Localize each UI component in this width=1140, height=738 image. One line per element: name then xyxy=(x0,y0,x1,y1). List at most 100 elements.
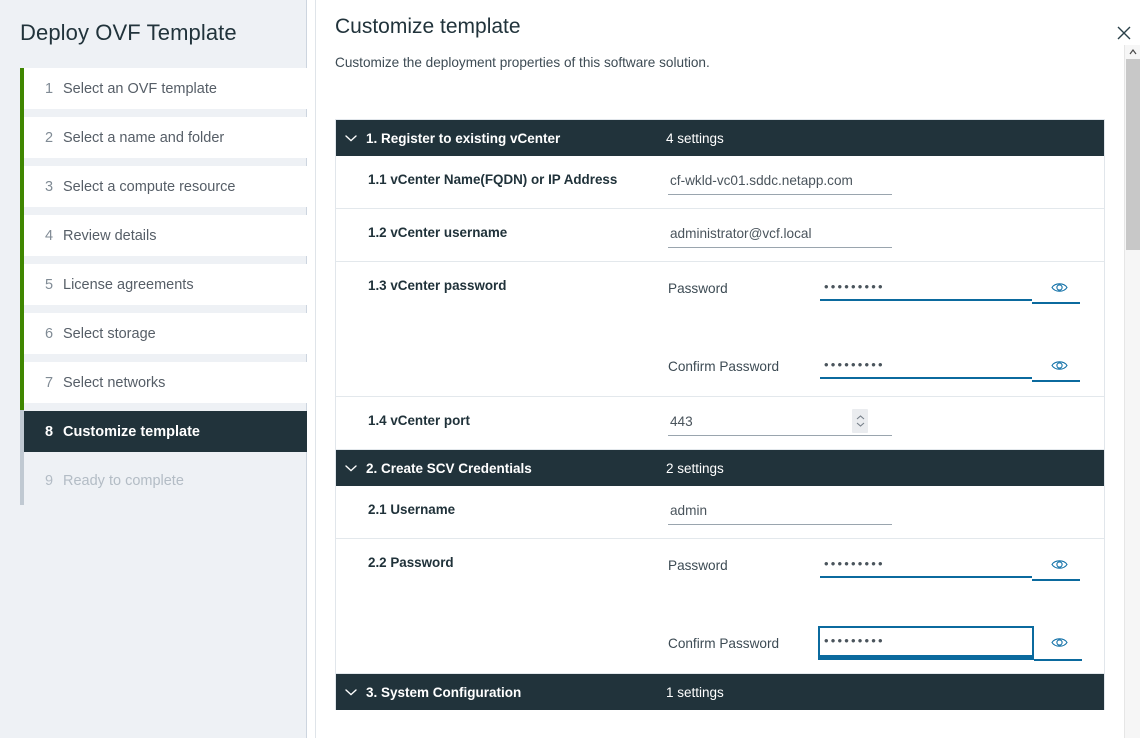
password-field-wrapper xyxy=(820,353,1032,379)
sidebar-step-6[interactable]: 6Select storage xyxy=(24,313,307,354)
field-underline xyxy=(1032,380,1080,382)
chevron-down-icon[interactable] xyxy=(336,688,366,696)
sidebar-step-label: Select an OVF template xyxy=(63,81,217,97)
sidebar-step-label: Review details xyxy=(63,228,157,244)
form-row-field xyxy=(668,156,1104,208)
password-sub-row: Confirm Password xyxy=(668,623,1104,663)
sidebar-step-label: Select a name and folder xyxy=(63,130,224,146)
password-label: Password xyxy=(668,281,820,296)
chevron-down-icon[interactable] xyxy=(336,134,366,142)
section-header[interactable]: 1. Register to existing vCenter4 setting… xyxy=(336,120,1104,156)
password-sub-row: Confirm Password xyxy=(668,346,1104,386)
eye-icon[interactable] xyxy=(1048,553,1070,575)
password-sub-row: Password xyxy=(668,545,1104,585)
sidebar-step-number: 6 xyxy=(45,326,63,342)
form-row-label: 1.4 vCenter port xyxy=(336,397,668,449)
form-row-label: 1.1 vCenter Name(FQDN) or IP Address xyxy=(336,156,668,208)
form-row-label: 2.2 Password xyxy=(336,539,668,673)
form-row-field xyxy=(668,209,1104,261)
sidebar-step-number: 2 xyxy=(45,130,63,146)
form-row-label: 2.1 Username xyxy=(336,486,668,538)
section-header[interactable]: 2. Create SCV Credentials2 settings xyxy=(336,450,1104,486)
section-title: 2. Create SCV Credentials xyxy=(366,461,666,476)
sidebar-step-1[interactable]: 1Select an OVF template xyxy=(24,68,307,109)
form-row: 1.4 vCenter port xyxy=(336,397,1104,450)
form-row-field: Password Confirm Password xyxy=(668,262,1104,396)
number-field-wrapper xyxy=(668,410,892,436)
section-header[interactable]: 3. System Configuration1 settings xyxy=(336,674,1104,710)
sidebar-step-label: Select storage xyxy=(63,326,156,342)
sidebar-step-4[interactable]: 4Review details xyxy=(24,215,307,256)
sidebar-step-number: 5 xyxy=(45,277,63,293)
password-row-spacer xyxy=(668,308,1104,346)
sidebar-step-number: 8 xyxy=(45,424,63,440)
confirm-password-label: Confirm Password xyxy=(668,359,820,374)
sidebar-step-number: 3 xyxy=(45,179,63,195)
section-settings-count: 1 settings xyxy=(666,685,724,700)
form-row-field xyxy=(668,397,1104,449)
password-sub-row: Password xyxy=(668,268,1104,308)
password-field-wrapper xyxy=(820,552,1032,578)
section-settings-count: 4 settings xyxy=(666,131,724,146)
sidebar-step-number: 4 xyxy=(45,228,63,244)
page-scrollbar[interactable] xyxy=(1124,45,1140,738)
form-row-label: 1.2 vCenter username xyxy=(336,209,668,261)
text-input[interactable] xyxy=(668,499,892,525)
scroll-up-arrow-icon[interactable] xyxy=(1125,45,1140,59)
sidebar-step-8[interactable]: 8Customize template xyxy=(24,411,307,452)
form-row: 1.3 vCenter passwordPassword Confirm Pass… xyxy=(336,262,1104,397)
sidebar-step-label: Ready to complete xyxy=(63,473,184,489)
sidebar-step-number: 1 xyxy=(45,81,63,97)
form-row: 2.2 PasswordPassword Confirm Password xyxy=(336,539,1104,674)
sidebar-step-3[interactable]: 3Select a compute resource xyxy=(24,166,307,207)
sidebar-step-label: Select a compute resource xyxy=(63,179,235,195)
sidebar-step-7[interactable]: 7Select networks xyxy=(24,362,307,403)
deploy-ovf-template-wizard: Deploy OVF Template 1Select an OVF templ… xyxy=(0,0,1140,738)
customize-template-form: 1. Register to existing vCenter4 setting… xyxy=(335,119,1105,710)
confirm-password-label: Confirm Password xyxy=(668,636,820,651)
sidebar-step-number: 9 xyxy=(45,473,63,489)
password-input[interactable] xyxy=(820,552,1032,578)
quantity-stepper[interactable] xyxy=(852,409,868,433)
confirm-password-input[interactable] xyxy=(820,353,1032,379)
close-icon[interactable] xyxy=(1111,20,1137,46)
text-input[interactable] xyxy=(668,222,892,248)
text-input[interactable] xyxy=(668,169,892,195)
page-title: Customize template xyxy=(335,15,521,39)
section-title: 3. System Configuration xyxy=(366,685,666,700)
field-underline xyxy=(1032,302,1080,304)
sidebar-step-label: Customize template xyxy=(63,424,200,440)
password-input[interactable] xyxy=(820,275,1032,301)
wizard-step-list: 1Select an OVF template 2Select a name an… xyxy=(20,68,307,509)
field-underline xyxy=(1034,659,1082,661)
form-row-field: Password Confirm Password xyxy=(668,539,1104,673)
password-field-wrapper xyxy=(820,628,1032,658)
sidebar-step-5[interactable]: 5License agreements xyxy=(24,264,307,305)
form-row-label: 1.3 vCenter password xyxy=(336,262,668,396)
sidebar-step-label: License agreements xyxy=(63,277,194,293)
main-panel: Customize template Customize the deploym… xyxy=(308,0,1140,738)
sidebar-step-9: 9Ready to complete xyxy=(24,460,307,501)
chevron-down-icon[interactable] xyxy=(336,464,366,472)
confirm-password-input[interactable] xyxy=(820,628,1032,658)
scrollbar-thumb[interactable] xyxy=(1126,59,1140,250)
password-row-spacer xyxy=(668,585,1104,623)
page-subtitle: Customize the deployment properties of t… xyxy=(335,55,710,70)
wizard-sidebar: Deploy OVF Template 1Select an OVF templ… xyxy=(0,0,307,738)
sidebar-step-label: Select networks xyxy=(63,375,165,391)
sidebar-step-number: 7 xyxy=(45,375,63,391)
eye-icon[interactable] xyxy=(1048,276,1070,298)
form-row: 1.1 vCenter Name(FQDN) or IP Address xyxy=(336,156,1104,209)
section-settings-count: 2 settings xyxy=(666,461,724,476)
eye-icon[interactable] xyxy=(1048,354,1070,376)
panel-divider xyxy=(315,0,316,738)
sidebar-step-2[interactable]: 2Select a name and folder xyxy=(24,117,307,158)
wizard-title: Deploy OVF Template xyxy=(20,20,237,46)
password-label: Password xyxy=(668,558,820,573)
form-row: 1.2 vCenter username xyxy=(336,209,1104,262)
section-title: 1. Register to existing vCenter xyxy=(366,131,666,146)
password-field-wrapper xyxy=(820,275,1032,301)
field-underline xyxy=(1032,579,1080,581)
form-row: 2.1 Username xyxy=(336,486,1104,539)
eye-icon[interactable] xyxy=(1048,631,1070,653)
